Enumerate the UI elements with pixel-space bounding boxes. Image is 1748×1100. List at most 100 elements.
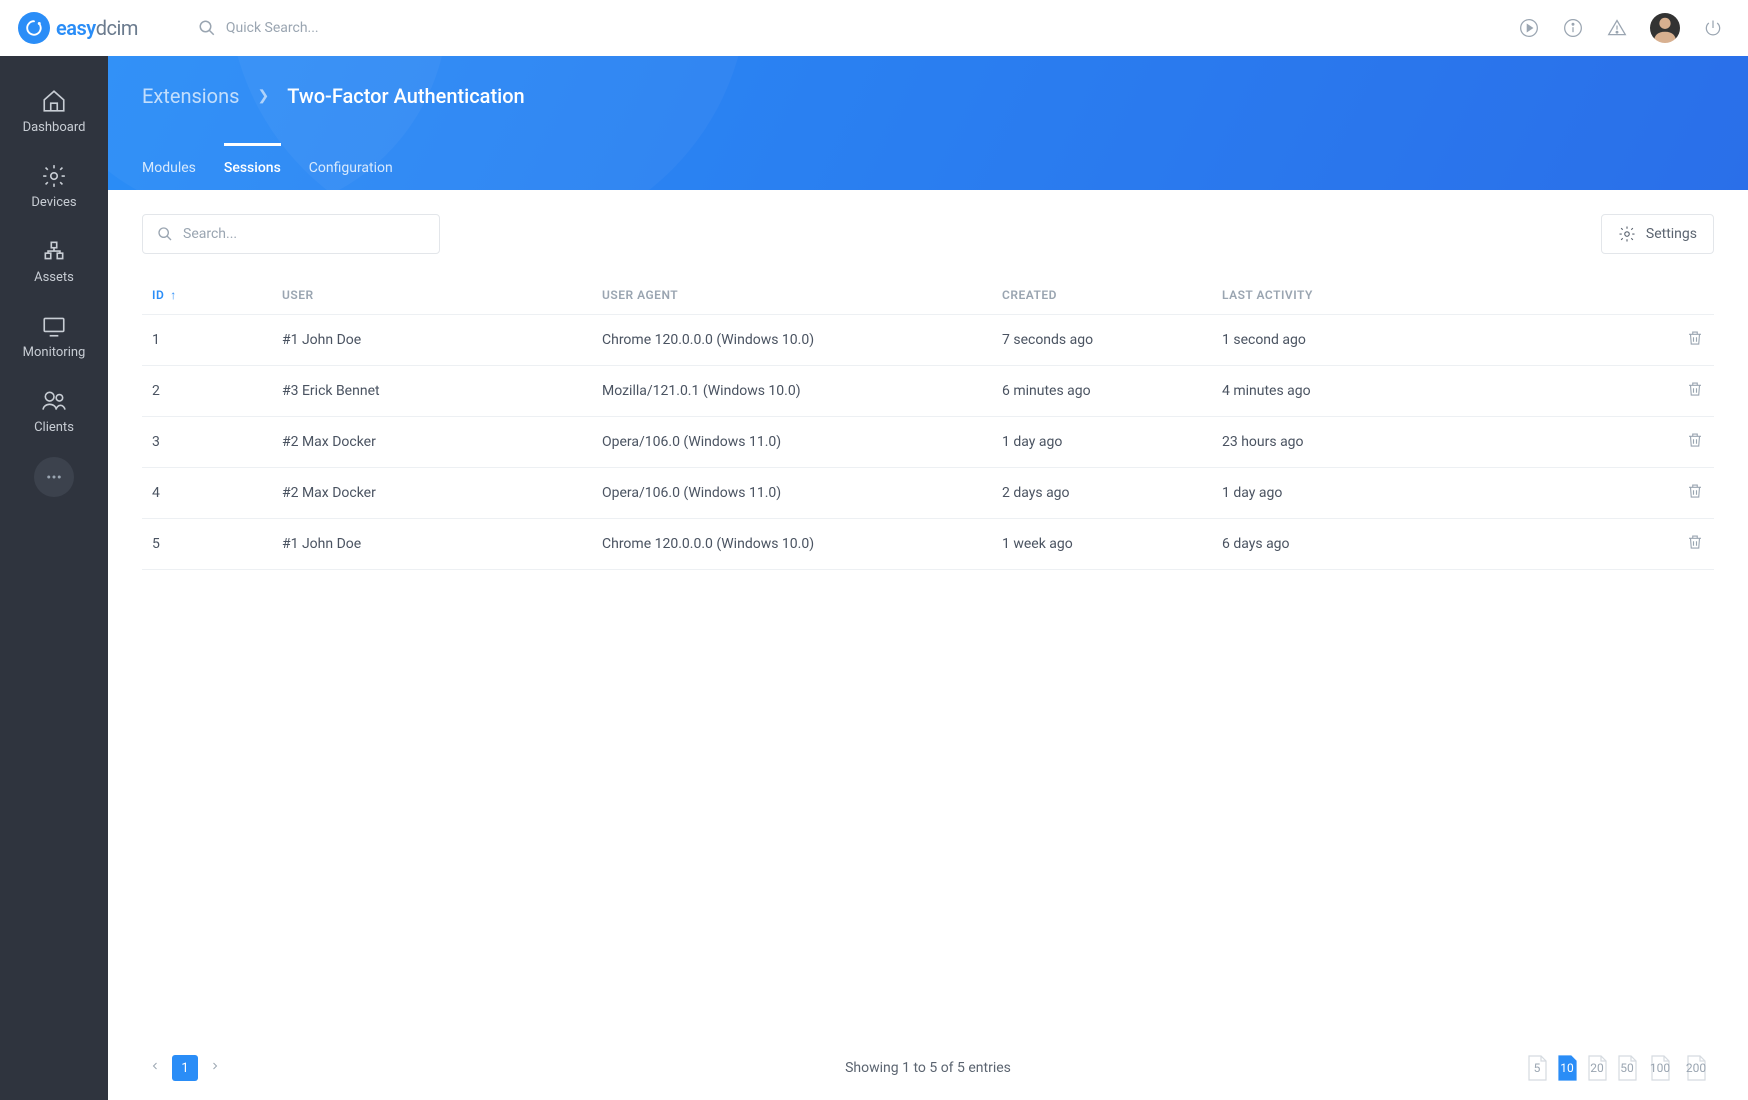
table-row[interactable]: 1#1 John DoeChrome 120.0.0.0 (Windows 10… [142, 315, 1714, 366]
dots-icon [45, 468, 63, 486]
sidebar-item-label: Assets [34, 270, 74, 285]
chevron-right-icon: ❯ [257, 88, 269, 104]
cell-user: #3 Erick Bennet [272, 366, 592, 417]
cell-created: 2 days ago [992, 468, 1212, 519]
gear-icon [41, 163, 67, 189]
settings-label: Settings [1646, 226, 1697, 242]
cell-id: 5 [142, 519, 272, 570]
cell-created: 1 week ago [992, 519, 1212, 570]
table-row[interactable]: 4#2 Max DockerOpera/106.0 (Windows 11.0)… [142, 468, 1714, 519]
delete-button[interactable] [1686, 380, 1704, 398]
table-footer: 1 Showing 1 to 5 of 5 entries 5102050100… [108, 1036, 1748, 1100]
col-user-agent[interactable]: USER AGENT [592, 276, 992, 315]
pager-prev-button[interactable] [142, 1055, 168, 1081]
search-icon [198, 19, 216, 37]
sidebar-item-dashboard[interactable]: Dashboard [0, 74, 108, 149]
sidebar-item-devices[interactable]: Devices [0, 149, 108, 224]
settings-button[interactable]: Settings [1601, 214, 1714, 254]
page-header: Extensions ❯ Two-Factor Authentication M… [108, 56, 1748, 190]
page-size-200[interactable]: 200 [1678, 1053, 1714, 1083]
cell-user: #1 John Doe [272, 315, 592, 366]
quick-search-placeholder: Quick Search... [226, 20, 319, 36]
cell-id: 2 [142, 366, 272, 417]
content: Settings ID↑ USER USER AGENT CREATED LAS… [108, 190, 1748, 1100]
avatar[interactable] [1650, 13, 1680, 43]
cell-agent: Opera/106.0 (Windows 11.0) [592, 468, 992, 519]
table-row[interactable]: 2#3 Erick BennetMozilla/121.0.1 (Windows… [142, 366, 1714, 417]
page-size-5[interactable]: 5 [1522, 1053, 1552, 1083]
top-bar: easydcim Quick Search... [0, 0, 1748, 56]
table-row[interactable]: 5#1 John DoeChrome 120.0.0.0 (Windows 10… [142, 519, 1714, 570]
alert-icon[interactable] [1606, 17, 1628, 39]
cell-id: 1 [142, 315, 272, 366]
pager: 1 [142, 1055, 228, 1081]
users-icon [41, 388, 67, 414]
col-last-activity[interactable]: LAST ACTIVITY [1212, 276, 1664, 315]
col-created[interactable]: CREATED [992, 276, 1212, 315]
info-icon[interactable] [1562, 17, 1584, 39]
breadcrumb: Extensions ❯ Two-Factor Authentication [108, 56, 1748, 108]
cell-created: 6 minutes ago [992, 366, 1212, 417]
logo-mark-icon [18, 12, 50, 44]
cell-created: 7 seconds ago [992, 315, 1212, 366]
page-size-100[interactable]: 100 [1642, 1053, 1678, 1083]
sidebar-more-button[interactable] [34, 457, 74, 497]
sidebar-item-label: Clients [34, 420, 74, 435]
cell-activity: 4 minutes ago [1212, 366, 1664, 417]
delete-button[interactable] [1686, 329, 1704, 347]
top-right-actions [1518, 13, 1724, 43]
breadcrumb-current: Two-Factor Authentication [287, 84, 525, 108]
sidebar-item-label: Dashboard [23, 120, 86, 135]
monitor-icon [41, 313, 67, 339]
sidebar-item-monitoring[interactable]: Monitoring [0, 299, 108, 374]
page-size-selector: 5102050100200 [1522, 1053, 1714, 1083]
table-row[interactable]: 3#2 Max DockerOpera/106.0 (Windows 11.0)… [142, 417, 1714, 468]
tab-configuration[interactable]: Configuration [309, 143, 393, 190]
table-search-input[interactable] [183, 226, 425, 242]
col-actions [1664, 276, 1714, 315]
table-search[interactable] [142, 214, 440, 254]
cell-agent: Chrome 120.0.0.0 (Windows 10.0) [592, 315, 992, 366]
cell-created: 1 day ago [992, 417, 1212, 468]
sidebar: Dashboard Devices Assets Monitoring Clie… [0, 56, 108, 1100]
cell-user: #2 Max Docker [272, 468, 592, 519]
pager-page-1[interactable]: 1 [172, 1055, 198, 1081]
trash-icon [1686, 329, 1704, 347]
logo-text: easydcim [56, 16, 138, 40]
delete-button[interactable] [1686, 533, 1704, 551]
home-icon [41, 88, 67, 114]
power-icon[interactable] [1702, 17, 1724, 39]
page-size-50[interactable]: 50 [1612, 1053, 1642, 1083]
cell-activity: 6 days ago [1212, 519, 1664, 570]
quick-search[interactable]: Quick Search... [198, 19, 319, 37]
sidebar-item-clients[interactable]: Clients [0, 374, 108, 449]
sidebar-item-assets[interactable]: Assets [0, 224, 108, 299]
tab-modules[interactable]: Modules [142, 143, 196, 190]
delete-button[interactable] [1686, 431, 1704, 449]
delete-button[interactable] [1686, 482, 1704, 500]
pager-next-button[interactable] [202, 1055, 228, 1081]
cell-agent: Mozilla/121.0.1 (Windows 10.0) [592, 366, 992, 417]
play-icon[interactable] [1518, 17, 1540, 39]
page-size-10[interactable]: 10 [1552, 1053, 1582, 1083]
cell-activity: 23 hours ago [1212, 417, 1664, 468]
sort-asc-icon: ↑ [170, 288, 177, 302]
sessions-table: ID↑ USER USER AGENT CREATED LAST ACTIVIT… [142, 276, 1714, 570]
cell-activity: 1 second ago [1212, 315, 1664, 366]
cell-user: #1 John Doe [272, 519, 592, 570]
cell-user: #2 Max Docker [272, 417, 592, 468]
search-icon [157, 226, 173, 242]
logo[interactable]: easydcim [18, 12, 138, 44]
col-id[interactable]: ID↑ [142, 276, 272, 315]
breadcrumb-parent[interactable]: Extensions [142, 84, 239, 108]
cell-agent: Opera/106.0 (Windows 11.0) [592, 417, 992, 468]
cell-id: 4 [142, 468, 272, 519]
col-user[interactable]: USER [272, 276, 592, 315]
trash-icon [1686, 533, 1704, 551]
assets-icon [41, 238, 67, 264]
cell-activity: 1 day ago [1212, 468, 1664, 519]
tab-sessions[interactable]: Sessions [224, 143, 281, 190]
gear-icon [1618, 225, 1636, 243]
page-size-20[interactable]: 20 [1582, 1053, 1612, 1083]
cell-id: 3 [142, 417, 272, 468]
